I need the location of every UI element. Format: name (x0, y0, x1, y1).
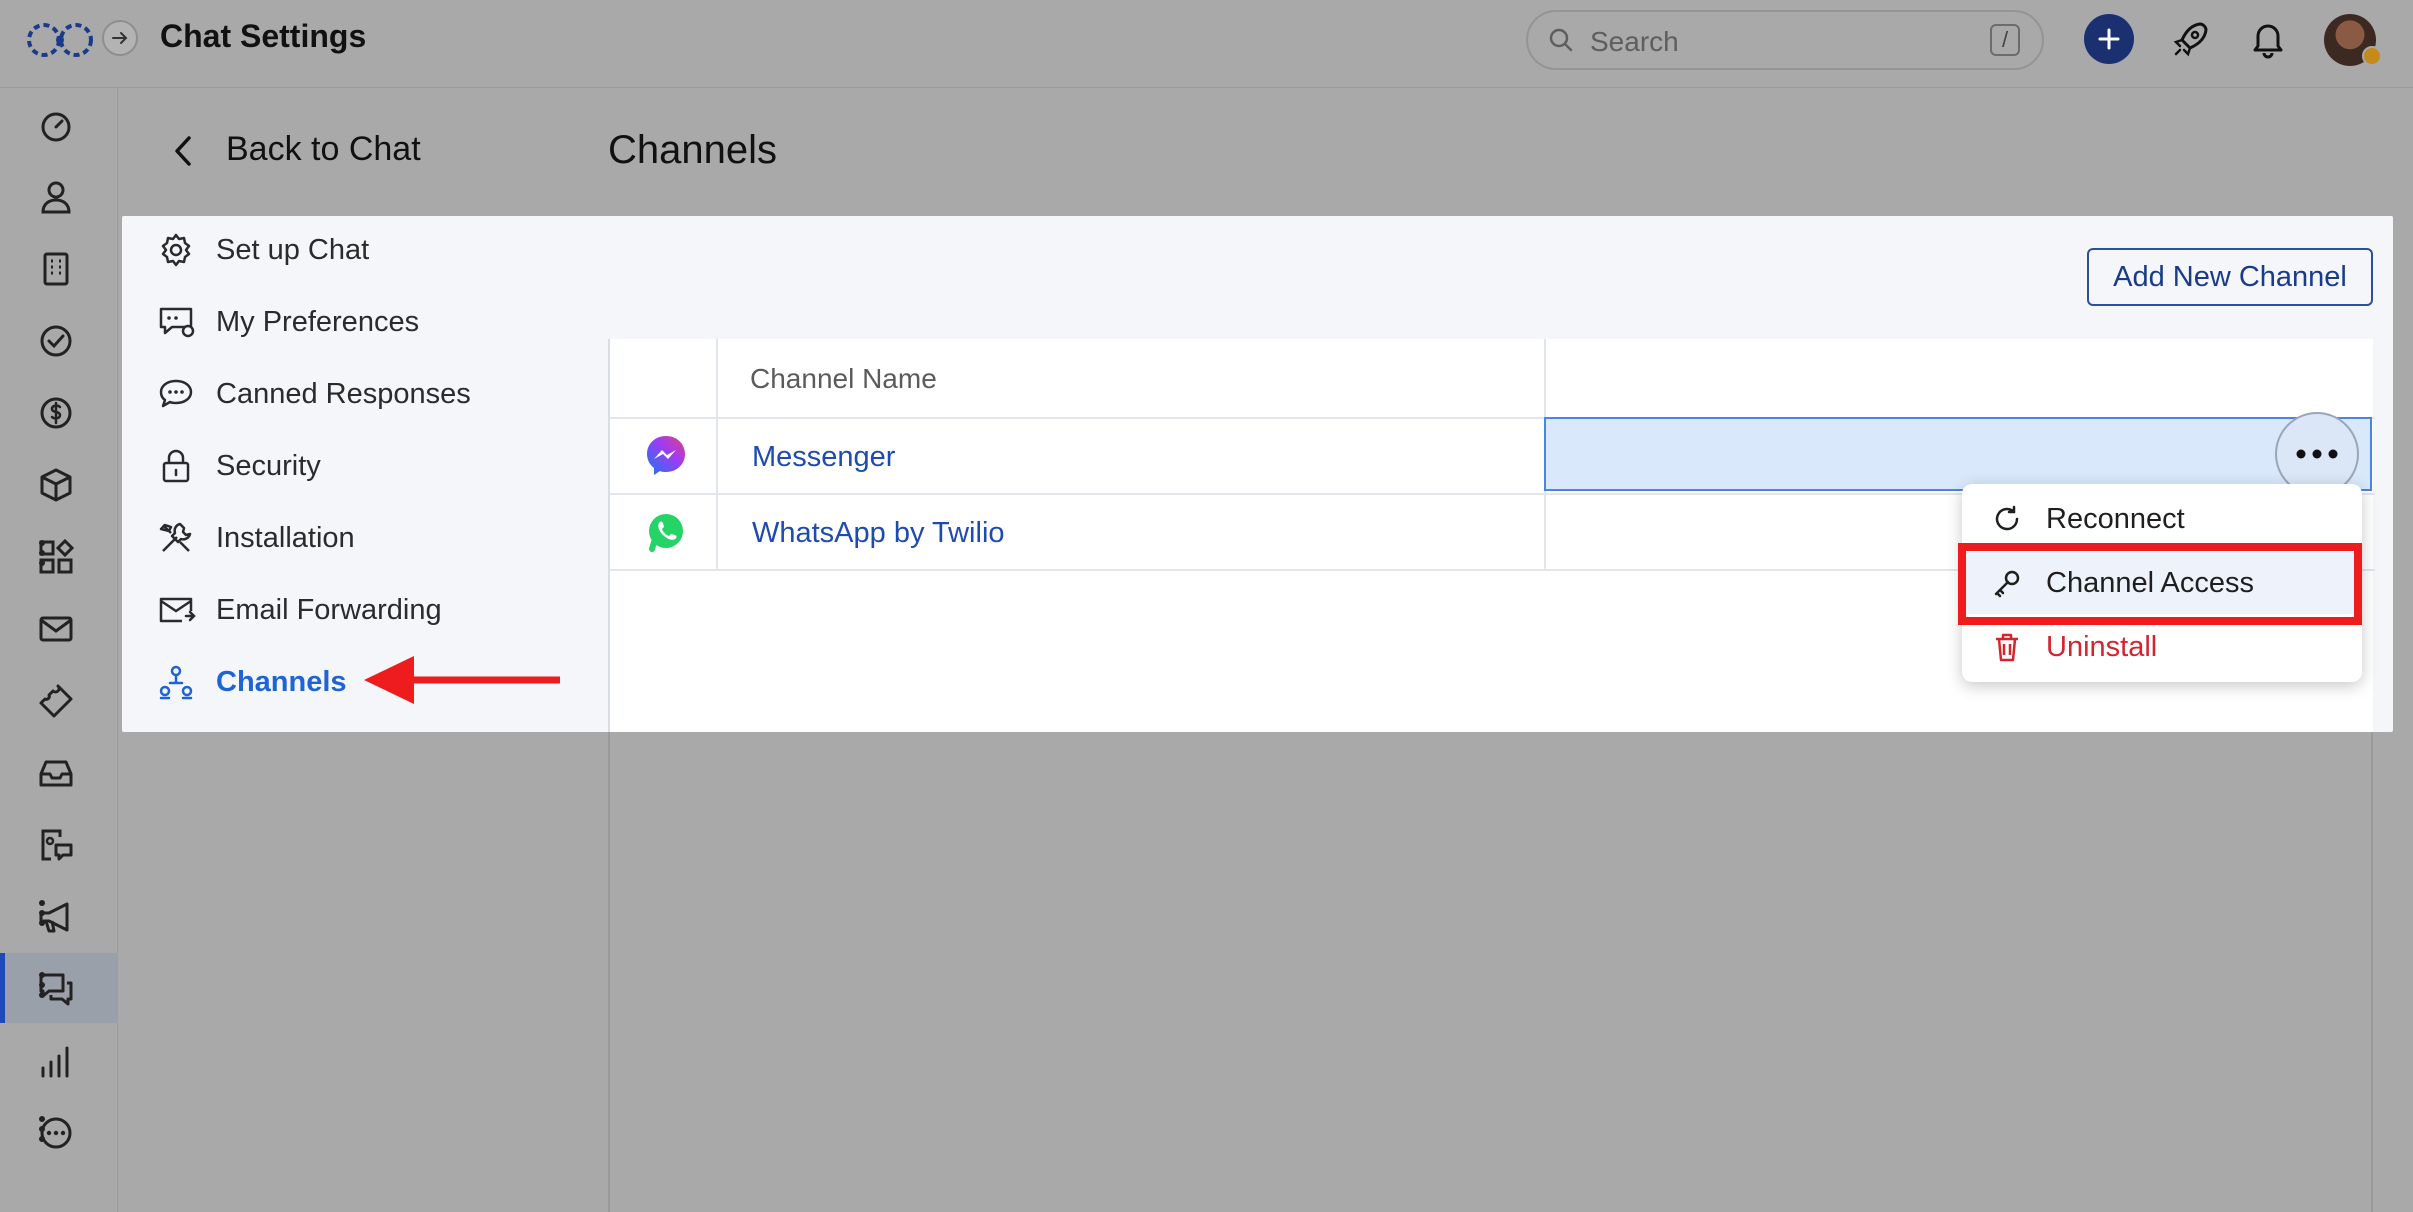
menu-item-label: Uninstall (2046, 631, 2158, 663)
check-circle-icon (40, 325, 72, 357)
annotation-highlight-box (1958, 543, 2362, 625)
app-title: Chat Settings (160, 18, 367, 54)
rail-campaigns[interactable] (0, 881, 118, 951)
kebab-menu-icon[interactable] (38, 971, 46, 999)
ticket-icon (39, 684, 73, 718)
rail-apps[interactable] (0, 521, 118, 591)
more-horizontal-icon (2296, 449, 2338, 459)
plus-icon (2098, 28, 2120, 50)
rail-deals[interactable] (0, 377, 118, 447)
channels-icon (159, 665, 193, 700)
search-shortcut-hint: / (1990, 24, 2020, 56)
dollar-icon (40, 397, 72, 429)
person-icon (41, 181, 71, 214)
rail-tickets[interactable] (0, 665, 118, 735)
nav-item-label: Set up Chat (216, 234, 370, 266)
column-header-channel-name: Channel Name (750, 363, 937, 394)
bar-chart-icon (41, 1046, 69, 1078)
tools-icon (159, 522, 192, 552)
rocket-icon (2173, 22, 2208, 57)
column-divider (716, 339, 718, 571)
whatsapp-icon (649, 514, 683, 552)
document-chat-icon (41, 829, 73, 861)
back-to-chat-label: Back to Chat (226, 130, 421, 168)
nav-item-label: My Preferences (216, 306, 420, 338)
channel-name-link[interactable]: WhatsApp by Twilio (752, 517, 1005, 550)
add-new-channel-button[interactable]: Add New Channel (2087, 248, 2373, 306)
notifications-button[interactable] (2248, 18, 2288, 60)
rail-reports[interactable] (0, 1025, 118, 1095)
dashboard-icon (41, 112, 71, 142)
expand-sidebar-button[interactable] (102, 20, 138, 56)
search-icon (1549, 28, 1573, 52)
kebab-menu-icon[interactable] (38, 539, 46, 567)
lock-icon (162, 449, 190, 483)
mail-icon (39, 616, 73, 642)
menu-item-uninstall[interactable]: Uninstall (1962, 616, 2362, 678)
selected-actions-cell (1544, 417, 2372, 491)
search-placeholder: Search (1590, 26, 1679, 57)
annotation-arrow (364, 656, 560, 704)
nav-item-label: Installation (216, 522, 355, 554)
rail-tasks[interactable] (0, 305, 118, 375)
rocket-button[interactable] (2170, 18, 2212, 60)
rail-accounts[interactable] (0, 233, 118, 303)
rail-products[interactable] (0, 449, 118, 519)
top-bar: Chat Settings Search / (0, 0, 2413, 88)
refresh-icon (1995, 505, 2019, 531)
rail-email[interactable] (0, 593, 118, 663)
icon-rail (0, 88, 118, 1212)
trash-icon (1996, 633, 2018, 662)
app-logo-icon[interactable] (24, 20, 96, 68)
email-forward-icon (159, 597, 196, 623)
bell-icon (2253, 24, 2283, 59)
rail-knowledge[interactable] (0, 809, 118, 879)
kebab-menu-icon[interactable] (38, 899, 46, 927)
nav-item-label: Email Forwarding (216, 594, 442, 626)
menu-item-reconnect[interactable]: Reconnect (1962, 488, 2362, 550)
rail-dashboard[interactable] (0, 89, 118, 159)
create-new-button[interactable] (2084, 14, 2134, 64)
rail-contacts[interactable] (0, 161, 118, 231)
kebab-menu-icon[interactable] (38, 1115, 46, 1143)
page-title: Channels (608, 128, 778, 172)
status-indicator (2362, 46, 2382, 66)
messenger-icon (647, 436, 685, 475)
nav-item-label: Security (216, 450, 321, 482)
rail-inbox[interactable] (0, 737, 118, 807)
table-dimmed-area (608, 732, 2373, 1212)
nav-item-label: Canned Responses (216, 378, 471, 410)
chevron-left-icon (175, 136, 191, 166)
speech-bubble-icon (159, 379, 193, 408)
box-icon (40, 468, 72, 502)
gear-icon (161, 233, 191, 267)
arrow-right-icon (112, 32, 128, 44)
menu-item-label: Reconnect (2046, 503, 2185, 535)
inbox-icon (39, 760, 73, 787)
rail-chat[interactable] (0, 953, 118, 1023)
channel-name-link[interactable]: Messenger (752, 441, 895, 474)
preferences-icon (159, 307, 195, 338)
rail-more[interactable] (0, 1097, 118, 1167)
table-header-row: Channel Name (610, 339, 2375, 419)
building-icon (43, 252, 69, 286)
nav-item-label: Channels (216, 666, 347, 698)
search-input[interactable]: Search / (1526, 10, 2044, 70)
